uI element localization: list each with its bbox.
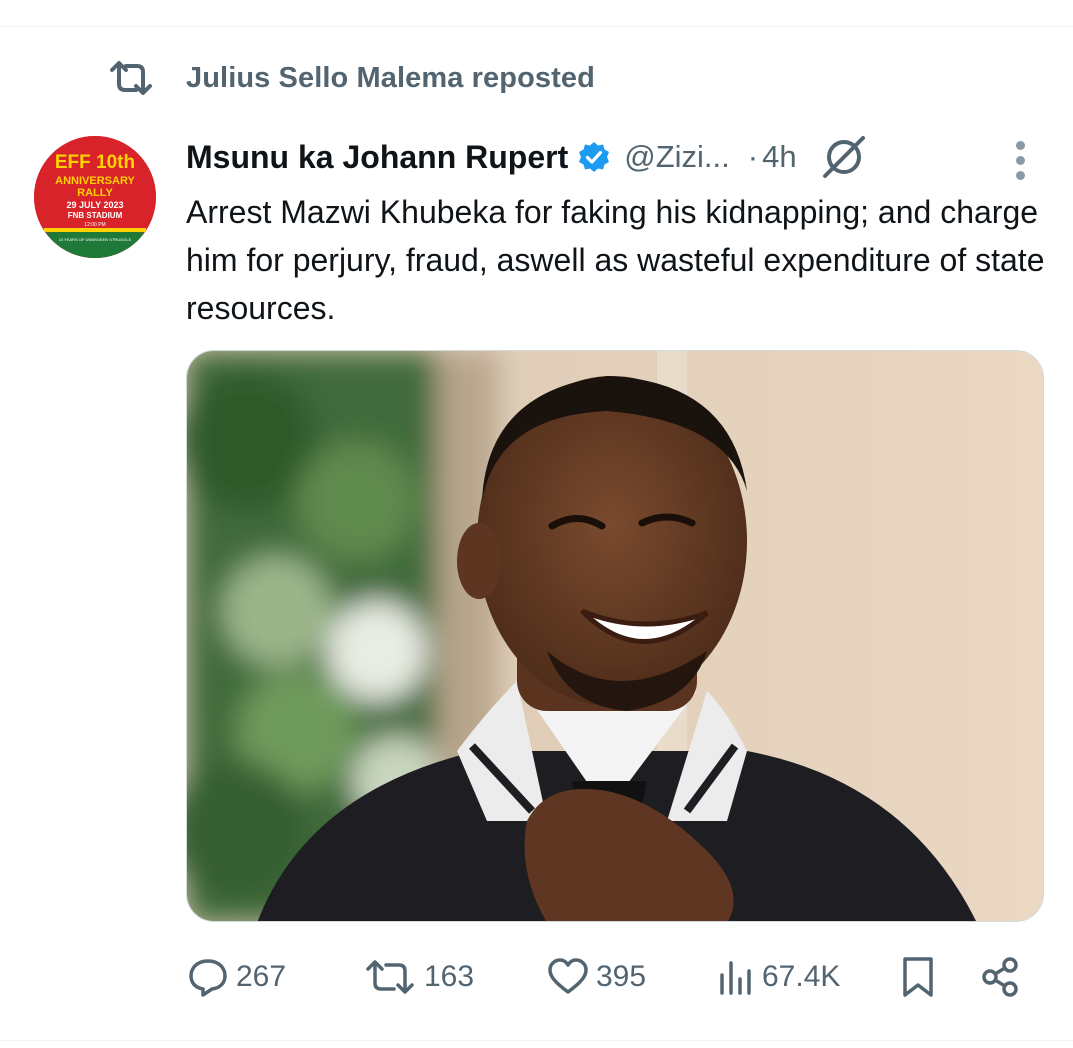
verified-badge-icon[interactable] bbox=[578, 141, 610, 173]
top-divider bbox=[0, 26, 1073, 27]
timestamp[interactable]: 4h bbox=[762, 139, 796, 175]
repost-banner[interactable]: Julius Sello Malema reposted bbox=[106, 58, 595, 98]
like-button[interactable]: 395 bbox=[546, 946, 646, 1008]
like-count: 395 bbox=[596, 960, 647, 993]
avatar-line-1: EFF 10th bbox=[55, 152, 135, 173]
repost-icon bbox=[362, 955, 418, 999]
separator-dot: · bbox=[747, 139, 759, 174]
avatar-line-4: 29 JULY 2023 bbox=[66, 200, 123, 210]
tweet-header: Msunu ka Johann Rupert @Zizi... · 4h bbox=[186, 136, 869, 178]
tweet-media[interactable] bbox=[186, 350, 1044, 922]
reply-count: 267 bbox=[236, 960, 287, 993]
share-icon bbox=[978, 955, 1022, 999]
avatar-line-6: 12:00 PM bbox=[84, 222, 105, 228]
avatar-line-3: RALLY bbox=[77, 187, 113, 199]
repost-banner-text: Julius Sello Malema reposted bbox=[186, 61, 595, 94]
bookmark-button[interactable] bbox=[896, 946, 940, 1008]
photo-of-smiling-man bbox=[187, 351, 1043, 921]
heart-icon bbox=[546, 955, 590, 999]
reply-icon bbox=[186, 955, 230, 999]
repost-count: 163 bbox=[424, 960, 475, 993]
reply-button[interactable]: 267 bbox=[186, 946, 286, 1008]
more-options-icon[interactable] bbox=[1002, 140, 1038, 180]
avatar[interactable]: EFF 10th ANNIVERSARY RALLY 29 JULY 2023 … bbox=[34, 136, 156, 258]
avatar-line-7: 10 YEARS OF UNBROKEN STRUGGLE bbox=[59, 237, 132, 242]
avatar-line-2: ANNIVERSARY bbox=[55, 175, 135, 187]
author-name[interactable]: Msunu ka Johann Rupert bbox=[186, 139, 568, 176]
bottom-divider bbox=[0, 1040, 1073, 1041]
analytics-icon bbox=[716, 955, 756, 999]
author-handle[interactable]: @Zizi... bbox=[624, 139, 730, 175]
repost-button[interactable]: 163 bbox=[362, 946, 474, 1008]
views-button[interactable]: 67.4K bbox=[716, 946, 840, 1008]
tweet-actions: 267 163 395 67.4K bbox=[186, 946, 1046, 1008]
tweet-text: Arrest Mazwi Khubeka for faking his kidn… bbox=[186, 194, 1045, 326]
repost-icon bbox=[106, 58, 156, 98]
grok-icon[interactable] bbox=[819, 132, 869, 182]
share-button[interactable] bbox=[978, 946, 1022, 1008]
bookmark-icon bbox=[896, 955, 940, 999]
views-count: 67.4K bbox=[762, 960, 841, 993]
avatar-line-5: FNB STADIUM bbox=[68, 211, 123, 220]
